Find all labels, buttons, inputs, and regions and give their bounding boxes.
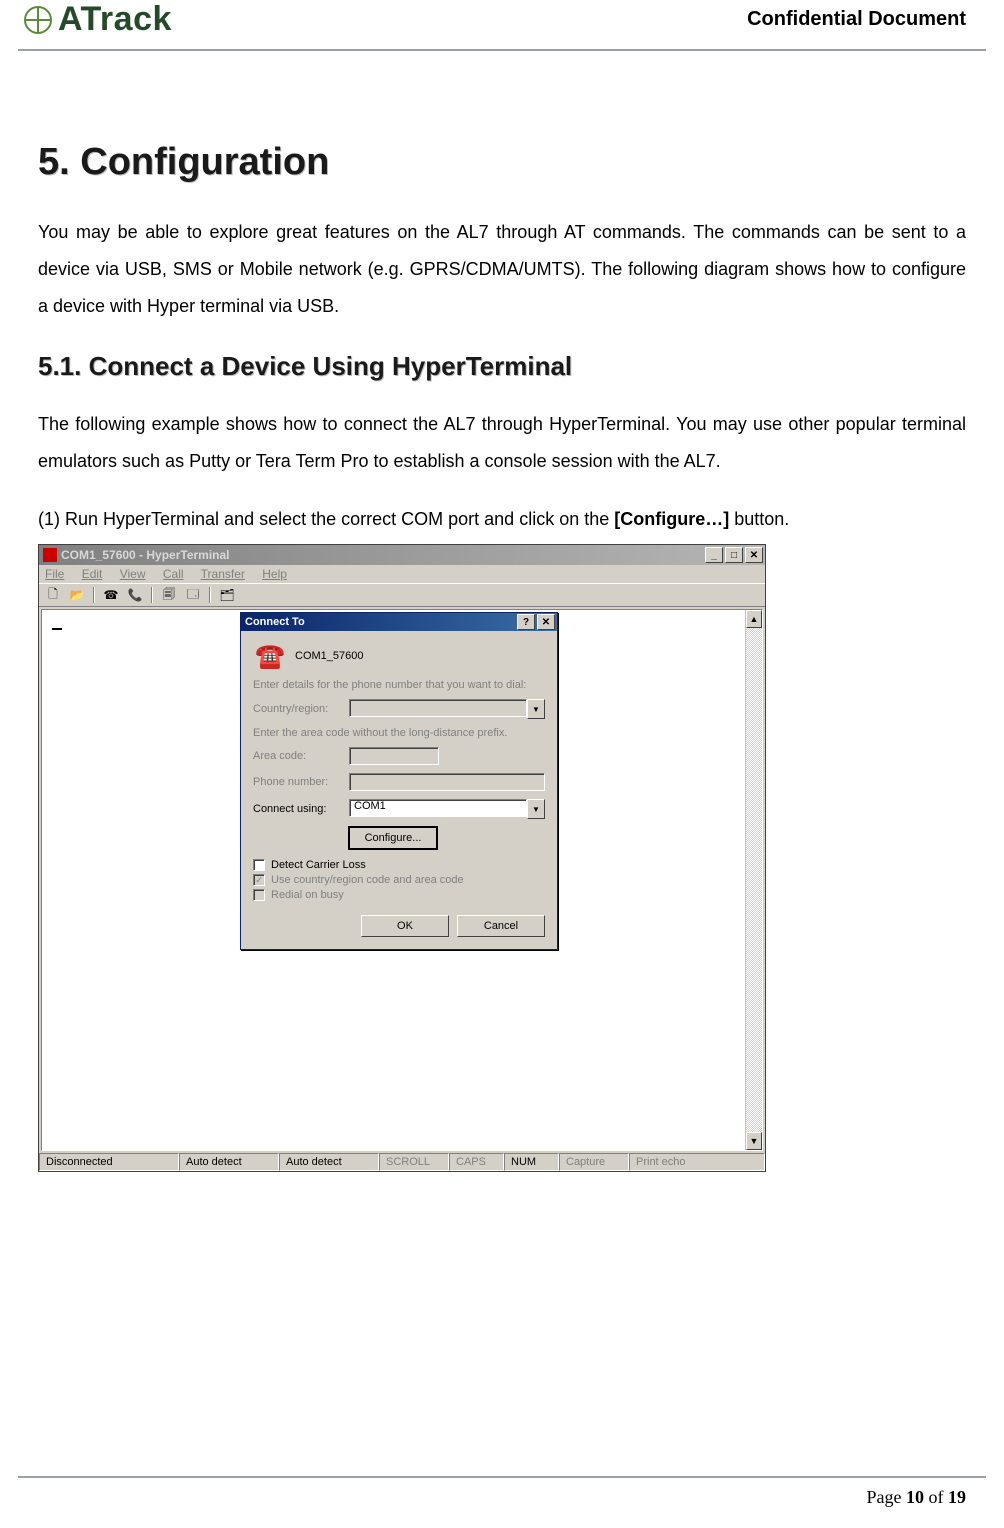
scroll-track[interactable]	[746, 628, 762, 1132]
status-scroll: SCROLL	[379, 1153, 449, 1171]
status-capture: Capture	[559, 1153, 629, 1171]
toolbar-divider	[151, 587, 153, 603]
connect-to-dialog: Connect To ? ✕ ☎️ COM1_57600 Enter detai…	[240, 612, 558, 950]
menu-bar: File Edit View Call Transfer Help	[39, 565, 765, 583]
chevron-down-icon[interactable]: ▼	[527, 799, 545, 819]
minimize-button[interactable]: _	[705, 547, 723, 563]
status-bar: Disconnected Auto detect Auto detect SCR…	[39, 1153, 765, 1171]
dialog-close-button[interactable]: ✕	[537, 614, 555, 630]
toolbar-divider	[93, 587, 95, 603]
checkbox-detect[interactable]	[253, 859, 265, 871]
dialog-titlebar: Connect To ? ✕	[241, 613, 557, 631]
call-icon[interactable]: ☎	[101, 586, 121, 604]
use-country-label: Use country/region code and area code	[271, 874, 464, 886]
scroll-up-icon[interactable]: ▲	[746, 610, 762, 628]
ok-button[interactable]: OK	[361, 915, 449, 937]
area-prefix-label: Enter the area code without the long-dis…	[253, 727, 545, 739]
crosshair-icon	[24, 6, 52, 34]
footer-pre: Page	[867, 1487, 907, 1507]
connection-name: COM1_57600	[295, 650, 364, 662]
connect-using-label: Connect using:	[253, 803, 349, 815]
brand-logo: ATrack	[24, 0, 172, 39]
hyperterminal-title-text: COM1_57600 - HyperTerminal	[61, 548, 230, 562]
status-autodetect1: Auto detect	[179, 1153, 279, 1171]
hyperterminal-window: COM1_57600 - HyperTerminal _ □ ✕ File Ed…	[38, 544, 766, 1172]
hyperterminal-titlebar: COM1_57600 - HyperTerminal _ □ ✕	[39, 545, 765, 565]
help-button[interactable]: ?	[517, 614, 535, 630]
menu-call[interactable]: Call	[163, 567, 184, 581]
status-num: NUM	[504, 1153, 559, 1171]
menu-transfer[interactable]: Transfer	[201, 567, 245, 581]
connect-using-combo[interactable]: COM1	[349, 799, 527, 817]
redial-label: Redial on busy	[271, 889, 344, 901]
toolbar: 🗋 📂 ☎ 📞 🗐 🗔 🗂	[39, 583, 765, 607]
send-icon[interactable]: 🗐	[159, 586, 179, 604]
header-divider	[18, 49, 986, 51]
close-button[interactable]: ✕	[745, 547, 763, 563]
dialog-title-text: Connect To	[245, 616, 305, 628]
properties-icon[interactable]: 🗂	[217, 586, 237, 604]
configure-button[interactable]: Configure...	[349, 827, 437, 849]
menu-help[interactable]: Help	[262, 567, 287, 581]
detect-carrier-label: Detect Carrier Loss	[271, 859, 366, 871]
menu-view[interactable]: View	[120, 567, 146, 581]
step-1-bold: [Configure…]	[614, 509, 729, 529]
area-code-input	[349, 747, 439, 765]
enter-details-label: Enter details for the phone number that …	[253, 679, 545, 691]
checkbox-redial	[253, 889, 265, 901]
maximize-button[interactable]: □	[725, 547, 743, 563]
phone-icon: ☎️	[253, 641, 287, 671]
vertical-scrollbar[interactable]: ▲ ▼	[745, 610, 762, 1150]
menu-file[interactable]: File	[45, 567, 64, 581]
step-1: (1) Run HyperTerminal and select the cor…	[38, 501, 966, 538]
footer-divider	[18, 1476, 986, 1478]
menu-edit[interactable]: Edit	[82, 567, 103, 581]
section-intro-paragraph: You may be able to explore great feature…	[38, 214, 966, 325]
footer-current-page: 10	[906, 1487, 924, 1507]
country-combo	[349, 699, 527, 717]
phone-number-input	[349, 773, 545, 791]
cancel-button[interactable]: Cancel	[457, 915, 545, 937]
status-printecho: Print echo	[629, 1153, 765, 1171]
footer-total-pages: 19	[948, 1487, 966, 1507]
step-1-suffix: button.	[729, 509, 789, 529]
footer-mid: of	[924, 1487, 948, 1507]
new-icon[interactable]: 🗋	[43, 586, 63, 604]
app-icon	[43, 548, 57, 562]
step-1-prefix: (1) Run HyperTerminal and select the cor…	[38, 509, 614, 529]
brand-name: ATrack	[58, 0, 172, 39]
page-header: ATrack Confidential Document	[0, 0, 1004, 45]
confidential-label: Confidential Document	[747, 8, 966, 31]
terminal-area[interactable]: Connect To ? ✕ ☎️ COM1_57600 Enter detai…	[41, 609, 763, 1151]
subsection-intro-paragraph: The following example shows how to conne…	[38, 406, 966, 480]
status-connection: Disconnected	[39, 1153, 179, 1171]
phone-number-label: Phone number:	[253, 776, 349, 788]
toolbar-divider	[209, 587, 211, 603]
area-code-label: Area code:	[253, 750, 349, 762]
status-caps: CAPS	[449, 1153, 504, 1171]
section-heading: 5. Configuration	[38, 141, 966, 184]
cursor-icon	[52, 628, 62, 630]
chevron-down-icon: ▼	[527, 699, 545, 719]
country-label: Country/region:	[253, 703, 349, 715]
status-autodetect2: Auto detect	[279, 1153, 379, 1171]
receive-icon[interactable]: 🗔	[183, 586, 203, 604]
checkbox-use-country: ✓	[253, 874, 265, 886]
scroll-down-icon[interactable]: ▼	[746, 1132, 762, 1150]
open-icon[interactable]: 📂	[67, 586, 87, 604]
subsection-heading: 5.1. Connect a Device Using HyperTermina…	[38, 351, 966, 382]
page-footer: Page 10 of 19	[867, 1487, 967, 1508]
hangup-icon[interactable]: 📞	[125, 586, 145, 604]
